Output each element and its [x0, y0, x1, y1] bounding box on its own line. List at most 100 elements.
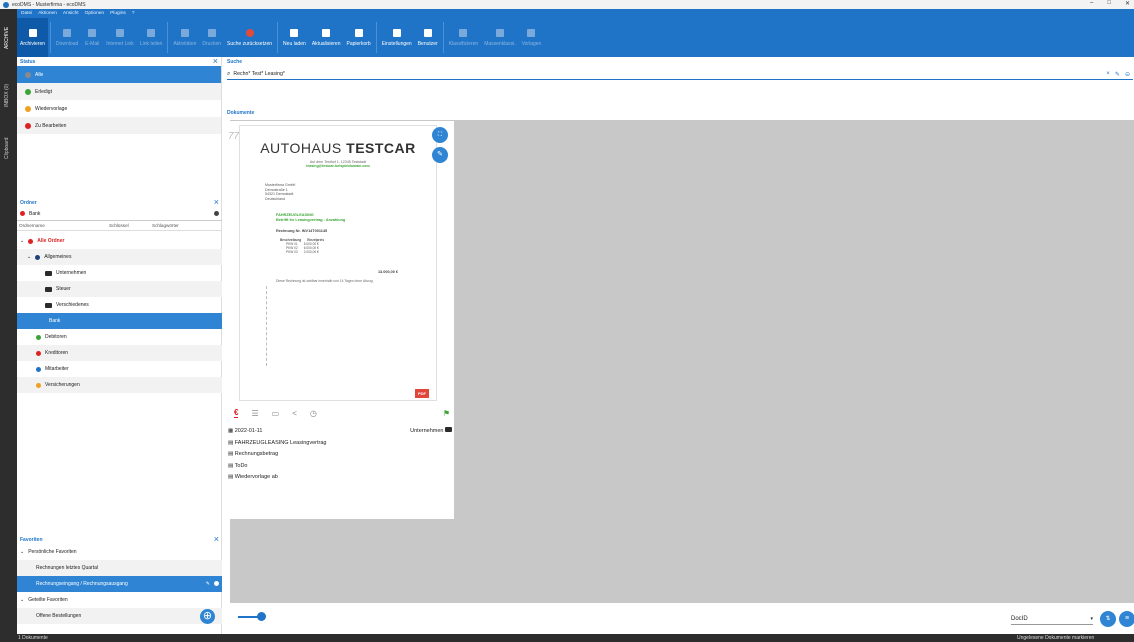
folder-item[interactable]: Bank — [17, 313, 222, 329]
unread-marker-label[interactable]: Ungelesene Dokumente markieren — [1017, 635, 1094, 641]
menu-aktionen[interactable]: Aktionen — [38, 11, 57, 16]
col-schluessel[interactable]: Schlüssel — [109, 223, 152, 228]
toolbar-button[interactable]: Klassifizieren — [446, 18, 481, 57]
edit-search-icon[interactable]: ✎ — [1115, 71, 1120, 78]
folder-icon[interactable]: ▭ — [272, 409, 280, 418]
tab-archive[interactable]: ARCHIVE — [4, 27, 10, 49]
toolbar-button[interactable]: Suche zurücksetzen — [224, 18, 275, 57]
toolbar-button[interactable]: Drucken — [199, 18, 224, 57]
close-window-button[interactable]: ✕ — [1125, 0, 1130, 7]
clear-search-icon[interactable]: × — [1106, 71, 1110, 78]
mail-icon — [88, 28, 97, 37]
close-favorites-icon[interactable]: × — [214, 535, 219, 544]
folder-item[interactable]: Kreditoren — [17, 345, 222, 361]
menu-optionen[interactable]: Optionen — [85, 11, 104, 16]
status-item[interactable]: Wiedervorlage — [17, 100, 221, 117]
toolbar-button[interactable]: Archivieren — [17, 18, 49, 57]
tab-clipboard[interactable]: Clipboard — [4, 138, 10, 159]
col-schlagwoerter[interactable]: Schlagwörter — [152, 223, 179, 228]
sort-direction-button[interactable]: ⇅ — [1100, 611, 1116, 627]
toolbar-button[interactable]: E-Mail — [81, 18, 103, 57]
toolbar-button[interactable]: Papierkorb — [343, 18, 373, 57]
folder-search-input[interactable]: Bank — [29, 211, 210, 217]
folder-item[interactable]: Mitarbeiter — [17, 361, 222, 377]
users-icon — [423, 28, 432, 37]
folder-item-label: Bank — [49, 318, 61, 324]
clear-input-icon[interactable] — [214, 211, 219, 216]
edit-icon[interactable]: ✎ — [206, 581, 210, 587]
refresh-icon — [322, 28, 331, 37]
favorites-personal[interactable]: ⌄ Persönliche Favoriten — [17, 544, 222, 560]
status-icon — [25, 88, 31, 95]
folder-item-label: Versicherungen — [45, 382, 80, 388]
status-item-label: Wiedervorlage — [35, 105, 68, 112]
edit-document-button[interactable]: ✎ — [432, 147, 448, 163]
favorite-item[interactable]: Rechnungen letztes Quartal — [17, 560, 222, 576]
close-folders-icon[interactable]: × — [214, 198, 219, 207]
favorite-item[interactable]: Offene Bestellungen — [17, 608, 222, 624]
favorite-item-selected[interactable]: Rechnungseingang / Rechnungsausgang ✎ — [17, 576, 222, 592]
favorites-title: Favoriten — [20, 536, 43, 543]
toolbar-button[interactable]: Neu laden — [280, 18, 309, 57]
toolbar-button[interactable]: Benutzer — [415, 18, 441, 57]
folder-group-label: Allgemeines — [44, 254, 72, 260]
doc-field[interactable]: ▤ ToDo — [228, 461, 452, 473]
status-item[interactable]: Alle — [17, 66, 221, 83]
status-item[interactable]: Zu Bearbeiten — [17, 117, 221, 134]
delete-icon[interactable] — [214, 581, 219, 586]
classify-icon — [459, 28, 468, 37]
view-menu-button[interactable]: ≡ — [1119, 611, 1134, 627]
chevron-down-icon[interactable]: ⌄ — [20, 549, 24, 555]
search-field[interactable]: ⌕ Rechn* Test* Leasing* × ✎ ⊝ — [227, 69, 1133, 80]
list-icon[interactable]: ☰ — [251, 409, 258, 418]
col-ordnername[interactable]: Ordnername — [19, 223, 109, 228]
menu-ansicht[interactable]: Ansicht — [63, 11, 79, 16]
doc-field[interactable]: ▤ Wiedervorlage ab — [228, 472, 452, 484]
toolbar-label: Benutzer — [417, 40, 438, 47]
sort-select[interactable]: DocID ▾ — [1011, 613, 1093, 625]
euro-icon[interactable]: € — [234, 408, 239, 418]
toolbar-button[interactable]: Aktivitäten — [170, 18, 199, 57]
menu-help[interactable]: ? — [132, 11, 135, 16]
doc-folder: Unternehmen — [410, 428, 444, 434]
menu-datei[interactable]: Datei — [21, 11, 32, 16]
doc-field[interactable]: ▤ Rechnungsbetrag — [228, 449, 452, 461]
tab-inbox[interactable]: INBOX (0) — [4, 84, 10, 107]
toolbar-button[interactable]: Aktualisieren — [309, 18, 344, 57]
search-options-icon[interactable]: ⊝ — [1125, 71, 1130, 78]
favorites-shared[interactable]: ⌄ Geteilte Favoriten — [17, 592, 222, 608]
fullscreen-button[interactable]: ⛶ — [432, 127, 448, 143]
status-item[interactable]: Erledigt — [17, 83, 221, 100]
close-status-icon[interactable]: × — [213, 57, 218, 66]
document-preview[interactable]: AUTOHAUS TESTCAR Auf dem Testhof 1, 1234… — [239, 125, 437, 401]
folder-item[interactable]: Steuer — [17, 281, 222, 297]
toolbar-button[interactable]: Vorlagen — [519, 18, 545, 57]
chevron-down-icon[interactable]: ▾ — [1090, 616, 1093, 622]
toolbar-button[interactable]: Link teilen — [137, 18, 166, 57]
add-favorite-button[interactable]: ⊕ — [200, 609, 215, 624]
flag-icon[interactable]: ⚑ — [443, 409, 450, 418]
toolbar-button[interactable]: Download — [53, 18, 81, 57]
chevron-down-icon[interactable]: ⌄ — [20, 597, 24, 603]
share-icon[interactable]: < — [292, 409, 297, 418]
document-card[interactable]: 77 AUTOHAUS TESTCAR Auf dem Testhof 1, 1… — [225, 121, 454, 519]
menu-plugins[interactable]: Plugins — [110, 11, 126, 16]
documents-label: Dokumente — [227, 110, 255, 116]
folder-item[interactable]: Unternehmen — [17, 265, 222, 281]
toolbar-button[interactable]: Internet Link — [103, 18, 137, 57]
chevron-down-icon[interactable]: ⌄ — [20, 238, 24, 244]
toolbar-button[interactable]: Massenklassi. — [481, 18, 518, 57]
chevron-down-icon[interactable]: ⌄ — [27, 254, 31, 260]
folder-root[interactable]: ⌄ Alle Ordner — [17, 233, 222, 249]
clock-icon[interactable]: ◷ — [310, 409, 317, 418]
zoom-slider-handle[interactable] — [257, 612, 266, 621]
folder-group[interactable]: ⌄ Allgemeines — [17, 249, 222, 265]
toolbar-button[interactable]: Einstellungen — [379, 18, 415, 57]
clear-filter-icon[interactable] — [20, 211, 25, 216]
folder-item[interactable]: Versicherungen — [17, 377, 222, 393]
folder-item[interactable]: Debitoren — [17, 329, 222, 345]
maximize-button[interactable]: □ — [1107, 0, 1111, 7]
folder-item[interactable]: Verschiedenes — [17, 297, 222, 313]
minimize-button[interactable]: – — [1090, 0, 1093, 7]
search-input[interactable]: Rechn* Test* Leasing* — [233, 71, 285, 77]
